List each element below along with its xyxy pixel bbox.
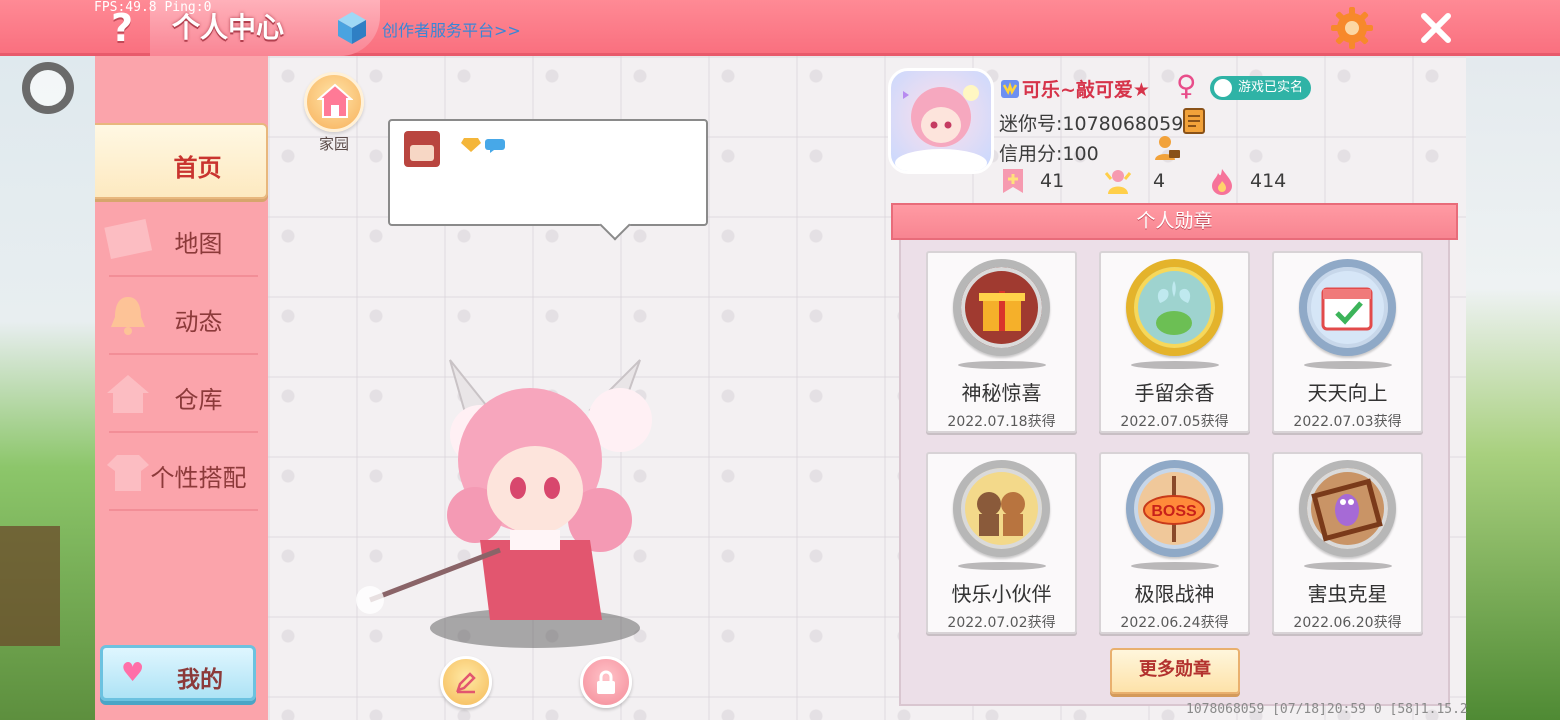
fans-icon: [1104, 170, 1132, 194]
nav-item-label: 个性搭配: [150, 464, 247, 492]
credit-score: 信用分:100: [999, 143, 1099, 165]
nav-item-storage[interactable]: 仓库: [95, 357, 268, 433]
scenery-right: [1466, 56, 1560, 720]
medal-date: 2022.07.03获得: [1293, 414, 1402, 430]
lock-icon[interactable]: [580, 656, 632, 708]
medal-card[interactable]: 天天向上 2022.07.03获得: [1272, 251, 1423, 433]
medal-date: 2022.07.18获得: [947, 414, 1056, 430]
profile-avatar[interactable]: [888, 68, 994, 174]
medal-name: 害虫克星: [1307, 582, 1388, 606]
edit-icon[interactable]: [440, 656, 492, 708]
mine-button[interactable]: ♥ 我的: [100, 645, 256, 701]
nav-item-label: 动态: [174, 308, 223, 336]
flame-icon: [1212, 169, 1232, 195]
verified-badge: 游戏已实名: [1210, 76, 1312, 100]
mine-label: 我的: [177, 667, 223, 693]
username: 可乐~敲可爱★: [1022, 79, 1150, 101]
medal-date: 2022.07.05获得: [1120, 414, 1229, 430]
medal-card[interactable]: 快乐小伙伴 2022.07.02获得: [926, 452, 1077, 634]
medal-name: 快乐小伙伴: [951, 582, 1052, 606]
heat-count: 414: [1250, 170, 1287, 192]
svg-text:BOSS: BOSS: [1151, 503, 1197, 520]
medal-name: 极限战神: [1134, 582, 1215, 606]
mini-avatar: [404, 131, 440, 167]
medal-name: 手留余香: [1134, 381, 1215, 405]
medal-name: 天天向上: [1307, 381, 1388, 405]
home-icon[interactable]: [304, 72, 364, 132]
female-icon: ♀: [1176, 69, 1197, 102]
close-icon[interactable]: [1416, 8, 1456, 48]
character-avatar: [330, 340, 660, 660]
footer-info: 1078068059 [07/18]20:59 0 [58]1.15.2: [1186, 702, 1468, 717]
nav-item-home[interactable]: 首页: [95, 123, 268, 199]
calendar-medal-icon: [1299, 259, 1396, 356]
medal-card[interactable]: BOSS 极限战神 2022.06.24获得: [1099, 452, 1250, 634]
fans-count: 4: [1153, 170, 1166, 192]
help-icon[interactable]: ?: [104, 6, 140, 50]
bookmark-plus-icon: [1003, 169, 1023, 193]
gift-medal-icon: [953, 259, 1050, 356]
friends-medal-icon: [953, 460, 1050, 557]
medal-card[interactable]: 手留余香 2022.07.05获得: [1099, 251, 1250, 433]
nav-item-outfit[interactable]: 个性搭配: [95, 435, 268, 511]
heart-icon: ♥: [121, 658, 145, 688]
medal-date: 2022.06.24获得: [1120, 615, 1229, 631]
medal-card[interactable]: 神秘惊喜 2022.07.18获得: [926, 251, 1077, 433]
diamond-icon: [461, 138, 481, 152]
speech-bubble[interactable]: [388, 119, 708, 241]
scenery-left: [0, 56, 95, 720]
medals-header: 个人勋章: [891, 203, 1458, 240]
more-medals-label: 更多勋章: [1139, 659, 1211, 680]
top-bar: FPS:49.8 Ping:0 ? 个人中心 创作者服务平台>>: [0, 0, 1560, 56]
likes-count: 41: [1040, 170, 1065, 192]
more-medals-button[interactable]: 更多勋章: [1110, 648, 1240, 694]
plant-medal-icon: [1126, 259, 1223, 356]
mini-id: 迷你号:1078068059: [999, 113, 1184, 135]
nav-item-label: 地图: [174, 230, 223, 258]
medal-card[interactable]: 害虫克星 2022.06.20获得: [1272, 452, 1423, 634]
chat-icon: [485, 139, 505, 153]
medal-date: 2022.07.02获得: [947, 615, 1056, 631]
boss-medal-icon: BOSS: [1126, 460, 1223, 557]
nav-item-label: 仓库: [174, 386, 223, 414]
sidebar: 首页 地图 动态 仓库 个性搭配: [95, 56, 268, 720]
medal-name: 神秘惊喜: [961, 381, 1042, 405]
nav-item-label: 首页: [173, 154, 222, 182]
nav-item-feed[interactable]: 动态: [95, 279, 268, 355]
page-title: 个人中心: [172, 11, 285, 44]
nav-item-map[interactable]: 地图: [95, 201, 268, 277]
bug-medal-icon: [1299, 460, 1396, 557]
credit-icon[interactable]: [1153, 134, 1181, 162]
medals-title: 个人勋章: [1136, 210, 1213, 232]
medal-date: 2022.06.20获得: [1293, 615, 1402, 631]
creator-platform-link[interactable]: 创作者服务平台>>: [382, 17, 521, 41]
home-label: 家园: [318, 135, 349, 153]
gear-icon[interactable]: [1330, 6, 1374, 50]
vip-badge-icon: [1001, 80, 1019, 98]
cube-icon: [336, 10, 368, 46]
copy-icon[interactable]: [1182, 107, 1206, 135]
record-icon[interactable]: [22, 62, 74, 114]
